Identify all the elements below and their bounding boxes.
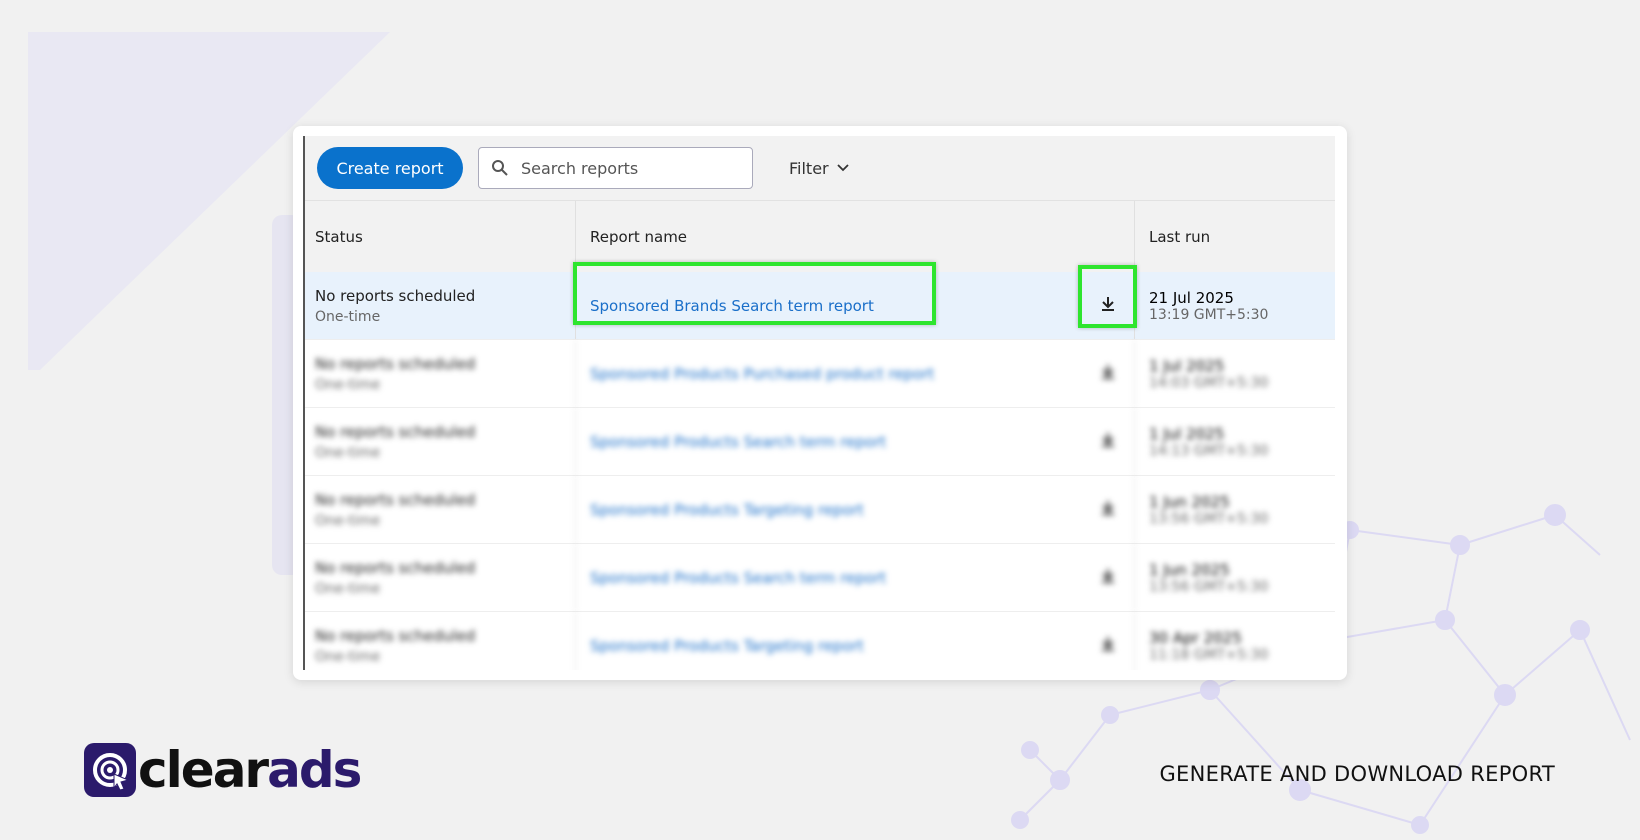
frequency-text: One-time bbox=[315, 308, 381, 325]
frequency-text: One-time bbox=[315, 512, 381, 529]
last-run-date: 1 Jul 2025 bbox=[1149, 424, 1225, 443]
download-icon[interactable] bbox=[1100, 568, 1116, 588]
report-name-cell: Sponsored Products Purchased product rep… bbox=[575, 340, 1134, 407]
table-row: No reports scheduled One-time Sponsored P… bbox=[305, 340, 1335, 408]
report-name-cell: Sponsored Products Targeting report bbox=[575, 612, 1134, 670]
last-run-time: 13:19 GMT+5:30 bbox=[1149, 306, 1269, 323]
highlight-download bbox=[1078, 265, 1137, 328]
table-row: No reports scheduled One-time Sponsored P… bbox=[305, 544, 1335, 612]
status-text: No reports scheduled bbox=[315, 354, 476, 373]
filter-dropdown[interactable]: Filter bbox=[789, 159, 849, 178]
download-icon[interactable] bbox=[1100, 636, 1116, 656]
last-run-cell: 21 Jul 2025 13:19 GMT+5:30 bbox=[1134, 272, 1335, 339]
table-row: No reports scheduled One-time Sponsored P… bbox=[305, 612, 1335, 670]
last-run-cell: 1 Jun 2025 13:56 GMT+5:30 bbox=[1134, 476, 1335, 543]
header-last-run[interactable]: Last run bbox=[1134, 201, 1335, 272]
report-name-link[interactable]: Sponsored Products Purchased product rep… bbox=[590, 365, 934, 383]
last-run-time: 14:03 GMT+5:30 bbox=[1149, 374, 1269, 391]
last-run-date: 21 Jul 2025 bbox=[1149, 288, 1234, 307]
clearads-logo: clearads bbox=[84, 741, 362, 799]
tagline: GENERATE AND DOWNLOAD REPORT bbox=[1159, 762, 1555, 786]
last-run-time: 11:18 GMT+5:30 bbox=[1149, 646, 1269, 663]
reports-card: Create report Search reports Filter Stat… bbox=[293, 126, 1347, 680]
last-run-time: 13:56 GMT+5:30 bbox=[1149, 578, 1269, 595]
last-run-time: 13:56 GMT+5:30 bbox=[1149, 510, 1269, 527]
chevron-down-icon bbox=[836, 164, 849, 172]
report-name-cell: Sponsored Products Targeting report bbox=[575, 476, 1134, 543]
frequency-text: One-time bbox=[315, 376, 381, 393]
logo-text: clearads bbox=[138, 741, 362, 799]
search-icon bbox=[492, 160, 508, 176]
download-icon[interactable] bbox=[1100, 432, 1116, 452]
status-cell: No reports scheduled One-time bbox=[305, 340, 575, 407]
search-input[interactable]: Search reports bbox=[478, 147, 753, 189]
status-cell: No reports scheduled One-time bbox=[305, 476, 575, 543]
reports-panel: Create report Search reports Filter Stat… bbox=[303, 136, 1335, 670]
report-name-link[interactable]: Sponsored Products Targeting report bbox=[590, 501, 864, 519]
last-run-cell: 1 Jul 2025 14:13 GMT+5:30 bbox=[1134, 408, 1335, 475]
report-name-cell: Sponsored Products Search term report bbox=[575, 408, 1134, 475]
last-run-cell: 1 Jul 2025 14:03 GMT+5:30 bbox=[1134, 340, 1335, 407]
status-text: No reports scheduled bbox=[315, 626, 476, 645]
search-placeholder: Search reports bbox=[521, 158, 639, 178]
create-report-button[interactable]: Create report bbox=[317, 147, 463, 189]
table-row: No reports scheduled One-time Sponsored P… bbox=[305, 476, 1335, 544]
frequency-text: One-time bbox=[315, 444, 381, 461]
frequency-text: One-time bbox=[315, 648, 381, 665]
logo-at-icon bbox=[84, 743, 136, 797]
last-run-cell: 30 Apr 2025 11:18 GMT+5:30 bbox=[1134, 612, 1335, 670]
download-icon[interactable] bbox=[1100, 500, 1116, 520]
status-cell: No reports scheduled One-time bbox=[305, 612, 575, 670]
filter-label: Filter bbox=[789, 158, 829, 178]
report-name-cell: Sponsored Products Search term report bbox=[575, 544, 1134, 611]
last-run-time: 14:13 GMT+5:30 bbox=[1149, 442, 1269, 459]
status-text: No reports scheduled bbox=[315, 422, 476, 441]
status-cell: No reports scheduled One-time bbox=[305, 272, 575, 339]
frequency-text: One-time bbox=[315, 580, 381, 597]
status-text: No reports scheduled bbox=[315, 286, 476, 305]
report-name-link[interactable]: Sponsored Products Search term report bbox=[590, 433, 886, 451]
table-row: No reports scheduled One-time Sponsored P… bbox=[305, 408, 1335, 476]
status-cell: No reports scheduled One-time bbox=[305, 544, 575, 611]
last-run-date: 30 Apr 2025 bbox=[1149, 628, 1242, 647]
report-name-link[interactable]: Sponsored Products Search term report bbox=[590, 569, 886, 587]
last-run-date: 1 Jul 2025 bbox=[1149, 356, 1225, 375]
status-text: No reports scheduled bbox=[315, 558, 476, 577]
last-run-date: 1 Jun 2025 bbox=[1149, 560, 1230, 579]
highlight-report-name bbox=[573, 262, 936, 325]
status-text: No reports scheduled bbox=[315, 490, 476, 509]
report-name-link[interactable]: Sponsored Products Targeting report bbox=[590, 637, 864, 655]
last-run-date: 1 Jun 2025 bbox=[1149, 492, 1230, 511]
last-run-cell: 1 Jun 2025 13:56 GMT+5:30 bbox=[1134, 544, 1335, 611]
download-icon[interactable] bbox=[1100, 364, 1116, 384]
toolbar: Create report Search reports Filter bbox=[305, 136, 1335, 201]
header-status[interactable]: Status bbox=[305, 201, 575, 272]
status-cell: No reports scheduled One-time bbox=[305, 408, 575, 475]
